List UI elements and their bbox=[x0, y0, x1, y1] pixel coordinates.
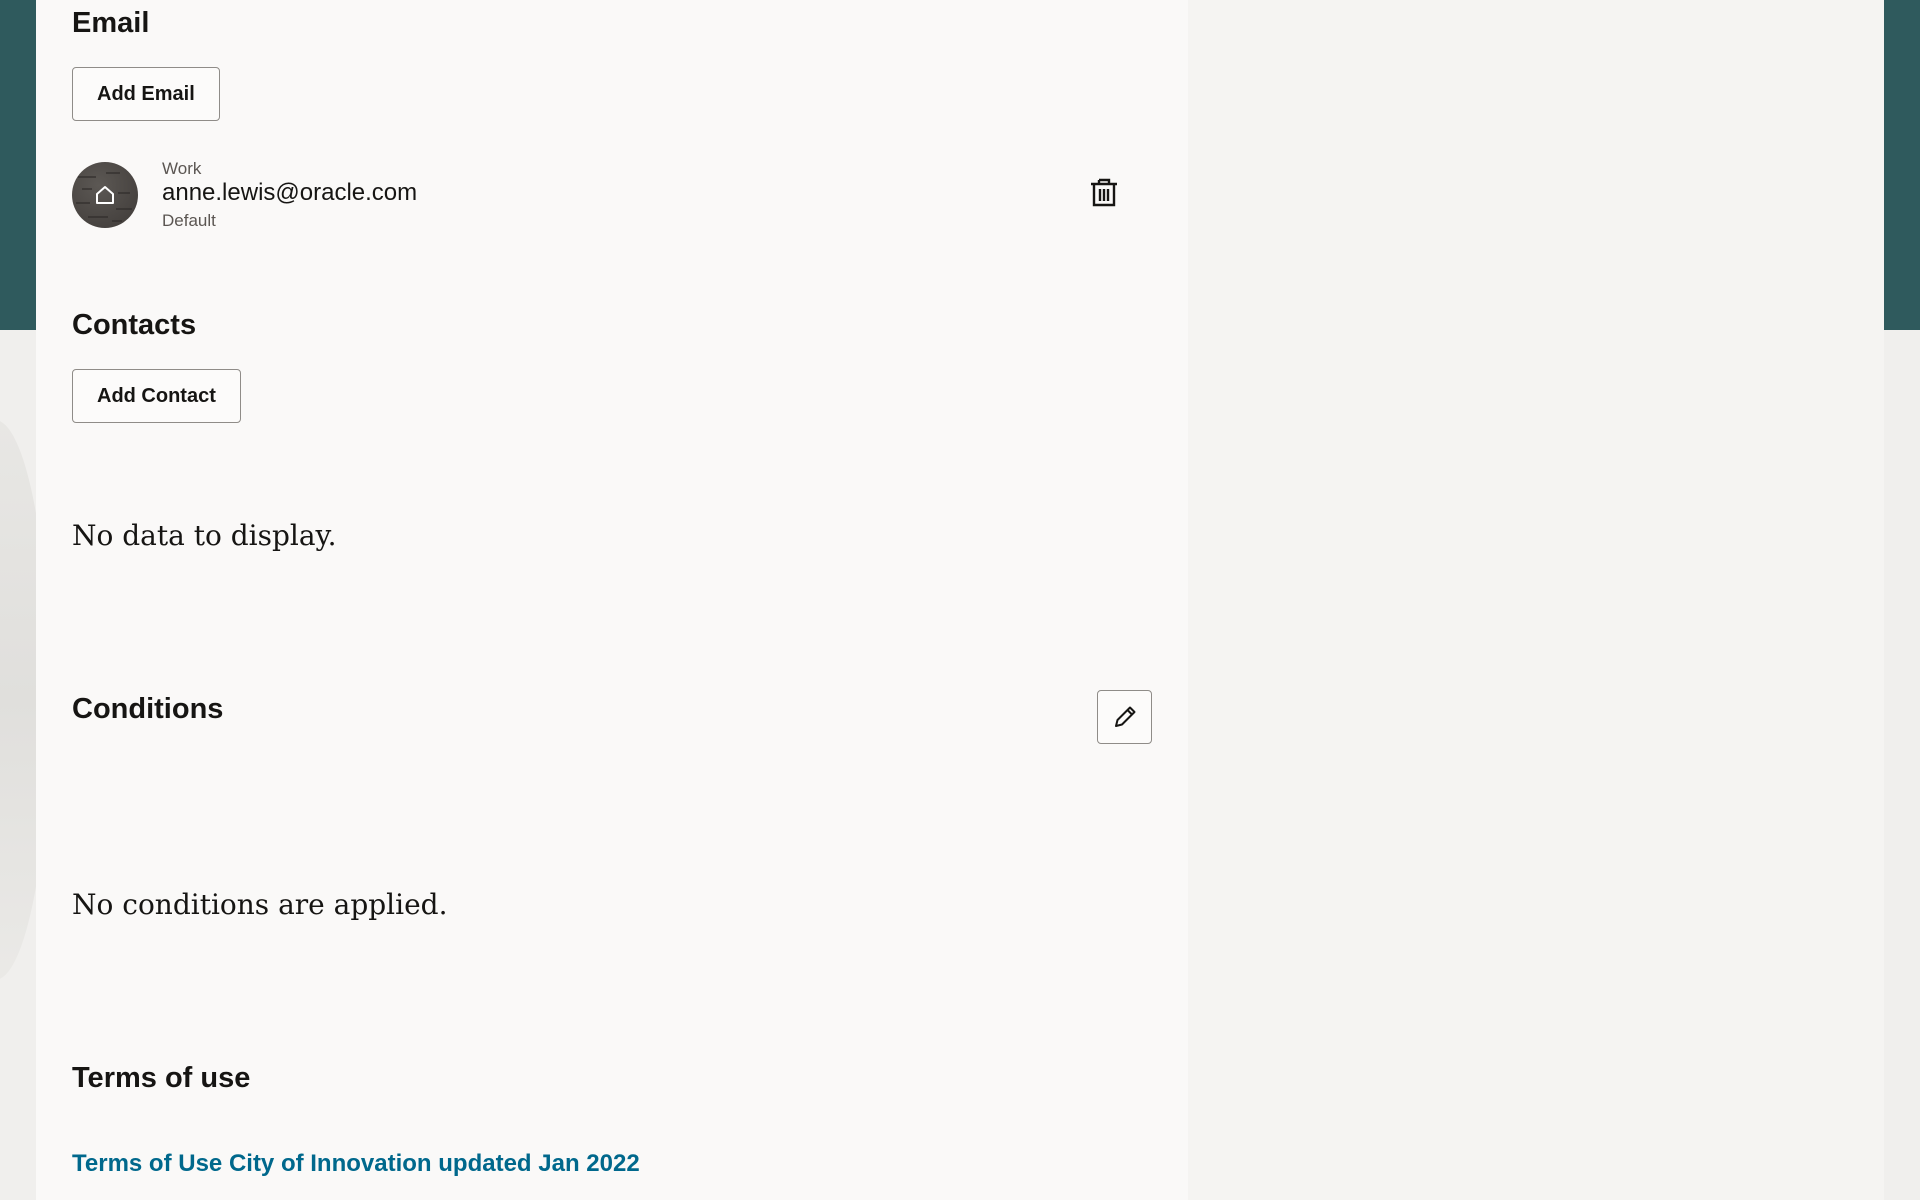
pencil-icon bbox=[1114, 706, 1135, 727]
home-icon bbox=[96, 186, 114, 204]
terms-of-use-link[interactable]: Terms of Use City of Innovation updated … bbox=[72, 1150, 640, 1178]
conditions-empty-message: No conditions are applied. bbox=[72, 888, 448, 921]
email-list-item: Work anne.lewis@oracle.com Default bbox=[72, 159, 1152, 239]
email-default-label: Default bbox=[162, 211, 216, 230]
add-email-button[interactable]: Add Email bbox=[72, 67, 220, 121]
contacts-empty-message: No data to display. bbox=[72, 519, 337, 552]
email-section-title: Email bbox=[72, 7, 150, 39]
delete-email-button[interactable] bbox=[1084, 172, 1124, 212]
contacts-section-title: Contacts bbox=[72, 309, 197, 341]
main-content-panel: Email Add Email Work anne.lewis@oracle.c… bbox=[36, 0, 1188, 1200]
conditions-section-title: Conditions bbox=[72, 693, 224, 725]
email-avatar bbox=[72, 162, 138, 228]
trash-icon bbox=[1091, 178, 1117, 207]
terms-section-title: Terms of use bbox=[72, 1062, 251, 1094]
email-type-label: Work bbox=[162, 159, 202, 178]
email-address: anne.lewis@oracle.com bbox=[162, 179, 418, 206]
add-contact-button[interactable]: Add Contact bbox=[72, 369, 241, 423]
edit-conditions-button[interactable] bbox=[1097, 690, 1152, 744]
